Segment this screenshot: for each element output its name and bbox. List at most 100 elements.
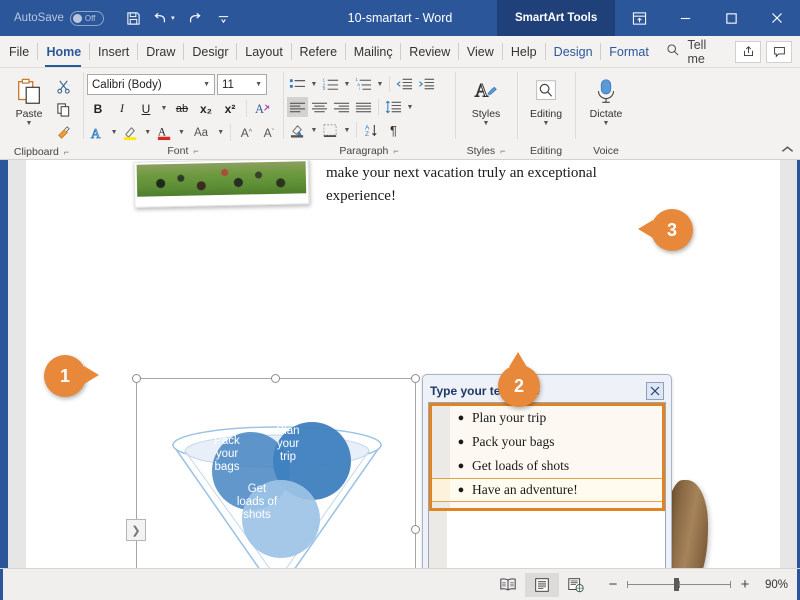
font-name-combobox[interactable]: Calibri (Body) ▼: [87, 74, 215, 95]
close-icon[interactable]: [754, 0, 800, 36]
tab-draw[interactable]: Draw: [137, 36, 183, 67]
collapse-ribbon-icon[interactable]: [781, 145, 794, 157]
park-photo[interactable]: [134, 160, 310, 208]
bold-button[interactable]: B: [87, 98, 109, 119]
text-pane-body[interactable]: ● Plan your trip ● Pack your bags ● Get …: [428, 402, 666, 568]
text-effects-chevron-icon[interactable]: ▼: [109, 129, 118, 136]
print-layout-icon[interactable]: [525, 573, 559, 597]
maximize-icon[interactable]: [708, 0, 754, 36]
highlight-color-icon[interactable]: [121, 122, 141, 143]
zoom-in-button[interactable]: +: [739, 576, 751, 593]
minimize-icon[interactable]: [662, 0, 708, 36]
change-case-button[interactable]: Aa: [188, 122, 214, 143]
clipboard-dialog-launcher-icon[interactable]: ⌐: [64, 147, 69, 157]
paste-caret-icon[interactable]: ▼: [26, 120, 33, 127]
multilevel-chevron-icon[interactable]: ▼: [375, 81, 385, 88]
tell-me-box[interactable]: Tell me: [656, 36, 735, 67]
italic-button[interactable]: I: [111, 98, 133, 119]
resize-handle-top-right[interactable]: [411, 374, 420, 383]
tab-help[interactable]: Help: [502, 36, 545, 67]
strikethrough-button[interactable]: ab: [171, 98, 193, 119]
save-icon[interactable]: [120, 4, 148, 32]
align-right-icon[interactable]: [331, 97, 352, 117]
change-case-chevron-icon[interactable]: ▼: [216, 129, 225, 136]
superscript-button[interactable]: x²: [219, 98, 241, 119]
paragraph-dialog-launcher-icon[interactable]: ⌐: [393, 146, 398, 156]
undo-icon[interactable]: ▾: [150, 4, 178, 32]
font-dialog-launcher-icon[interactable]: ⌐: [193, 146, 198, 156]
close-icon[interactable]: [646, 382, 664, 400]
font-color-chevron-icon[interactable]: ▼: [177, 129, 186, 136]
align-left-icon[interactable]: [287, 97, 308, 117]
shading-chevron-icon[interactable]: ▼: [309, 127, 319, 134]
line-spacing-icon[interactable]: [383, 97, 404, 117]
underline-button[interactable]: U: [135, 98, 157, 119]
clear-formatting-icon[interactable]: A: [252, 98, 274, 119]
web-layout-icon[interactable]: [559, 573, 593, 597]
increase-indent-icon[interactable]: [416, 74, 437, 94]
subscript-button[interactable]: x₂: [195, 98, 217, 119]
resize-handle-top-left[interactable]: [132, 374, 141, 383]
tab-smartart-design[interactable]: Design: [545, 36, 601, 67]
styles-caret-icon[interactable]: ▼: [483, 120, 490, 127]
zoom-out-button[interactable]: −: [607, 576, 619, 593]
tab-file[interactable]: File: [0, 36, 37, 67]
zoom-slider[interactable]: [627, 584, 731, 585]
copy-icon[interactable]: [52, 99, 74, 119]
highlight-chevron-icon[interactable]: ▼: [143, 129, 152, 136]
numbering-chevron-icon[interactable]: ▼: [342, 81, 352, 88]
decrease-indent-icon[interactable]: [394, 74, 415, 94]
zoom-slider-thumb[interactable]: [674, 578, 679, 591]
numbered-list-icon[interactable]: 123: [320, 74, 341, 94]
text-pane-item[interactable]: ● Plan your trip: [432, 406, 662, 430]
vertical-scrollbar[interactable]: [780, 160, 798, 568]
bullets-chevron-icon[interactable]: ▼: [309, 81, 319, 88]
styles-dialog-launcher-icon[interactable]: ⌐: [500, 146, 505, 156]
multilevel-list-icon[interactable]: 1ai: [353, 74, 374, 94]
text-pane-item[interactable]: ● Get loads of shots: [432, 454, 662, 478]
borders-chevron-icon[interactable]: ▼: [342, 127, 352, 134]
text-pane-toggle-icon[interactable]: ❯: [126, 519, 146, 541]
tab-review[interactable]: Review: [400, 36, 458, 67]
font-color-icon[interactable]: A: [154, 122, 174, 143]
sort-icon[interactable]: AZ: [361, 120, 382, 140]
shrink-font-button[interactable]: Aˇ: [259, 122, 279, 143]
show-marks-button[interactable]: ¶: [383, 120, 404, 140]
tab-view[interactable]: View: [458, 36, 502, 67]
tab-home[interactable]: Home: [37, 36, 89, 67]
styles-button[interactable]: A Styles ▼: [463, 73, 509, 127]
brown-image[interactable]: [666, 480, 708, 568]
resize-handle-top-center[interactable]: [271, 374, 280, 383]
read-mode-icon[interactable]: [491, 573, 525, 597]
dictate-button[interactable]: Dictate ▼: [583, 73, 629, 127]
text-pane-item-selected[interactable]: ● Have an adventure!: [432, 478, 662, 502]
paste-button[interactable]: Paste ▼: [6, 73, 52, 127]
text-pane-bulleted-list[interactable]: ● Plan your trip ● Pack your bags ● Get …: [429, 403, 665, 511]
autosave-control[interactable]: AutoSave Off: [14, 11, 104, 26]
font-size-combobox[interactable]: 11 ▼: [217, 74, 267, 95]
dictate-caret-icon[interactable]: ▼: [603, 120, 610, 127]
ribbon-display-options-icon[interactable]: [616, 0, 662, 36]
line-spacing-chevron-icon[interactable]: ▼: [405, 104, 415, 111]
qat-more-icon[interactable]: [210, 4, 238, 32]
grow-font-button[interactable]: A^: [236, 122, 256, 143]
smartart-text-pane[interactable]: Type your text here ● Plan your trip ● P…: [422, 374, 672, 568]
format-painter-icon[interactable]: [52, 122, 74, 142]
editing-button[interactable]: Editing ▼: [523, 73, 569, 127]
underline-chevron-icon[interactable]: ▼: [159, 105, 169, 112]
text-pane-empty-region[interactable]: [429, 511, 665, 568]
text-pane-item[interactable]: ● Pack your bags: [432, 430, 662, 454]
tab-references[interactable]: Refere: [291, 36, 345, 67]
smartart-selection-frame[interactable]: ❯ Plan your trip: [136, 378, 416, 568]
zoom-level-label[interactable]: 90%: [765, 579, 788, 591]
tab-layout[interactable]: Layout: [236, 36, 290, 67]
bullet-list-icon[interactable]: [287, 74, 308, 94]
tab-design-doc[interactable]: Desigr: [183, 36, 236, 67]
comments-icon[interactable]: [766, 41, 792, 63]
text-effects-icon[interactable]: A: [87, 122, 107, 143]
borders-icon[interactable]: [320, 120, 341, 140]
cut-icon[interactable]: [52, 76, 74, 96]
share-icon[interactable]: [735, 41, 761, 63]
shading-icon[interactable]: [287, 120, 308, 140]
justify-icon[interactable]: [353, 97, 374, 117]
